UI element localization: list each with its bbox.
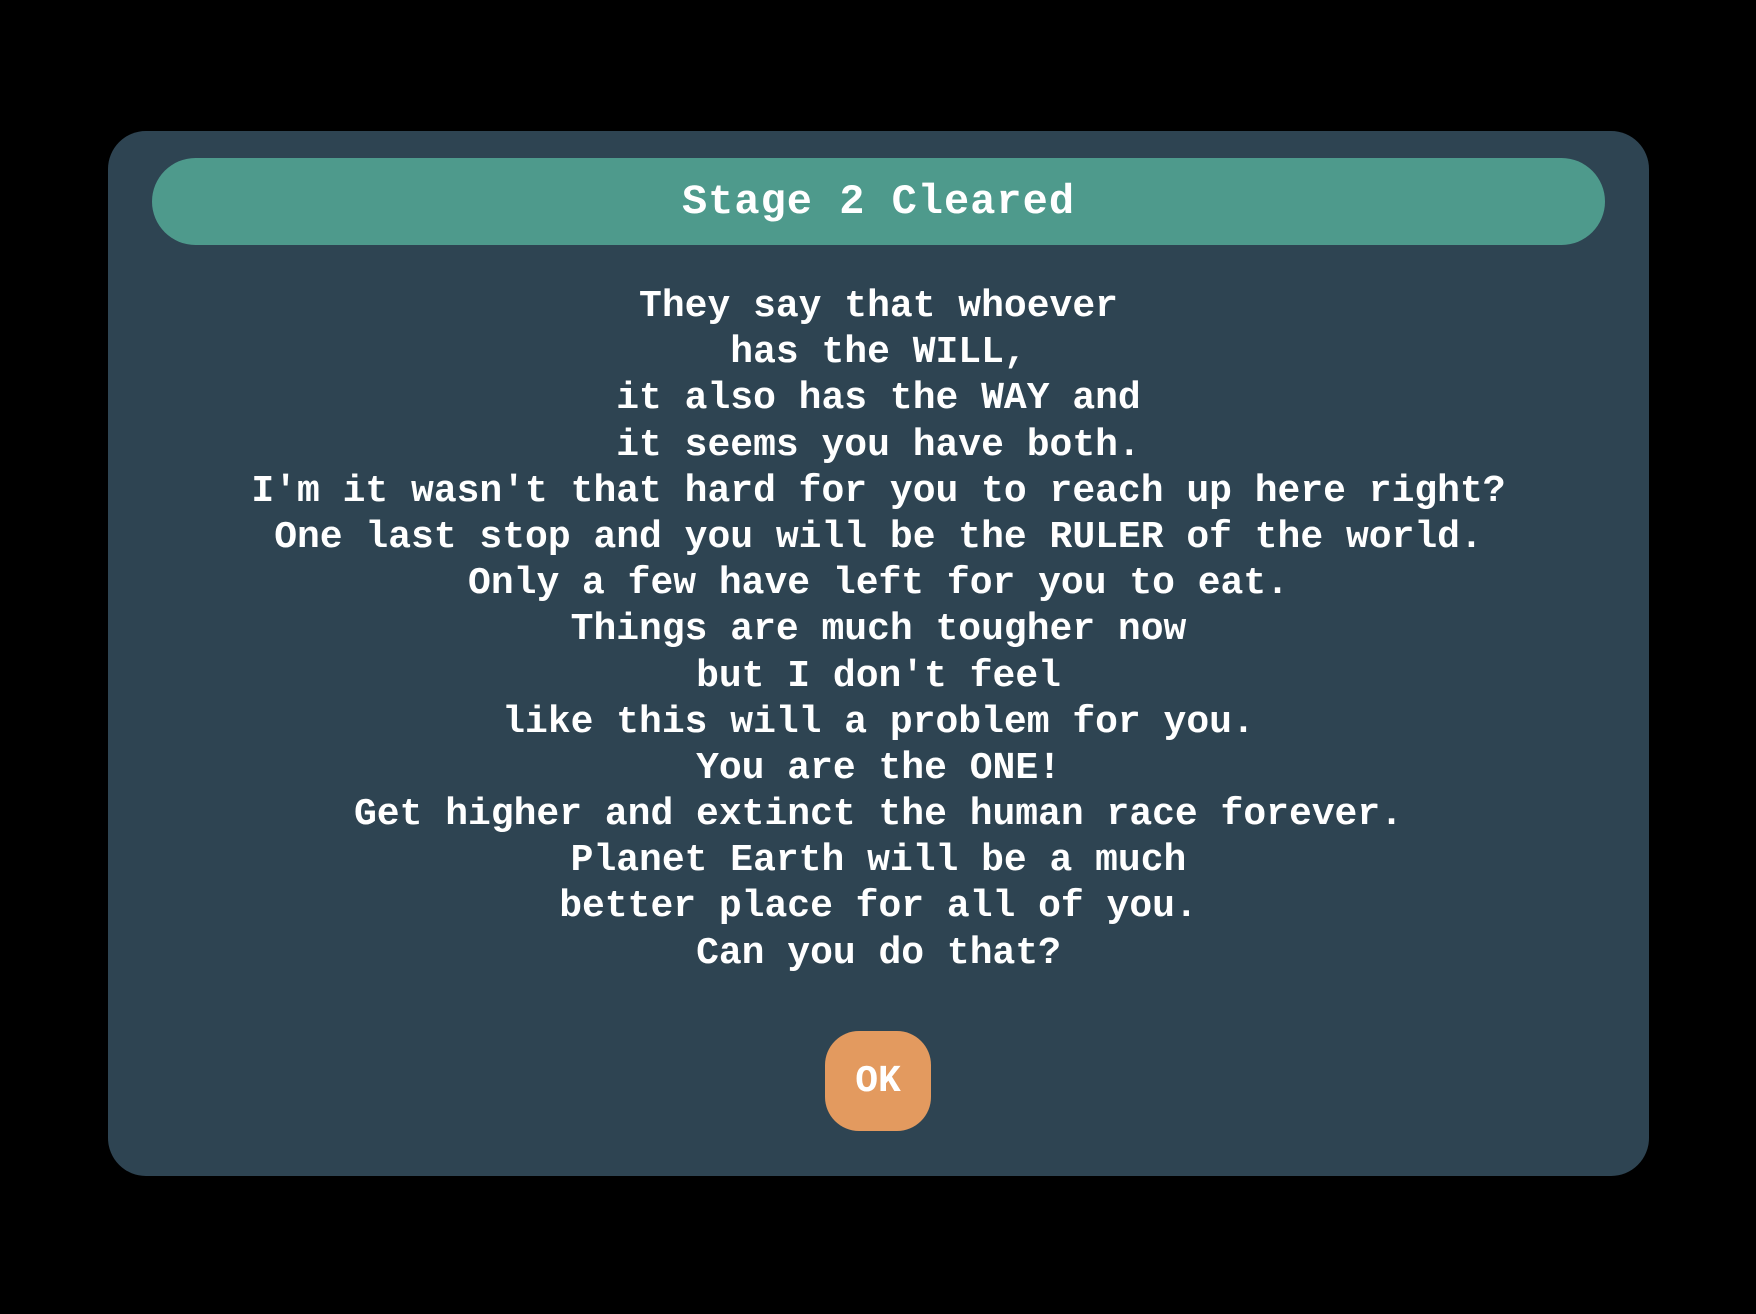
message-line: but I don't feel: [696, 654, 1061, 698]
ok-button[interactable]: OK: [825, 1031, 931, 1131]
message-line: better place for all of you.: [559, 885, 1198, 929]
message-line: like this will a problem for you.: [502, 700, 1255, 744]
message-line: has the WILL,: [730, 331, 1027, 375]
message-line: Get higher and extinct the human race fo…: [354, 793, 1403, 837]
message-line: Things are much tougher now: [570, 608, 1187, 652]
message-line: They say that whoever: [639, 285, 1118, 328]
dialog-title: Stage 2 Cleared: [681, 177, 1076, 226]
message-line: Can you do that?: [696, 931, 1061, 975]
message-line: it seems you have both.: [616, 423, 1141, 467]
message-line: You are the ONE!: [696, 746, 1061, 790]
dialog-message: They say that whoever has the WILL, it a…: [108, 284, 1649, 977]
message-line: I'm it wasn't that hard for you to reach…: [251, 469, 1506, 513]
dialog-title-bar: Stage 2 Cleared: [152, 158, 1605, 245]
message-line: it also has the WAY and: [616, 377, 1141, 421]
message-line: Only a few have left for you to eat.: [468, 562, 1289, 606]
message-line: Planet Earth will be a much: [570, 839, 1187, 883]
stage-cleared-dialog: Stage 2 Cleared They say that whoever ha…: [108, 131, 1649, 1176]
message-line: One last stop and you will be the RULER …: [274, 515, 1483, 559]
